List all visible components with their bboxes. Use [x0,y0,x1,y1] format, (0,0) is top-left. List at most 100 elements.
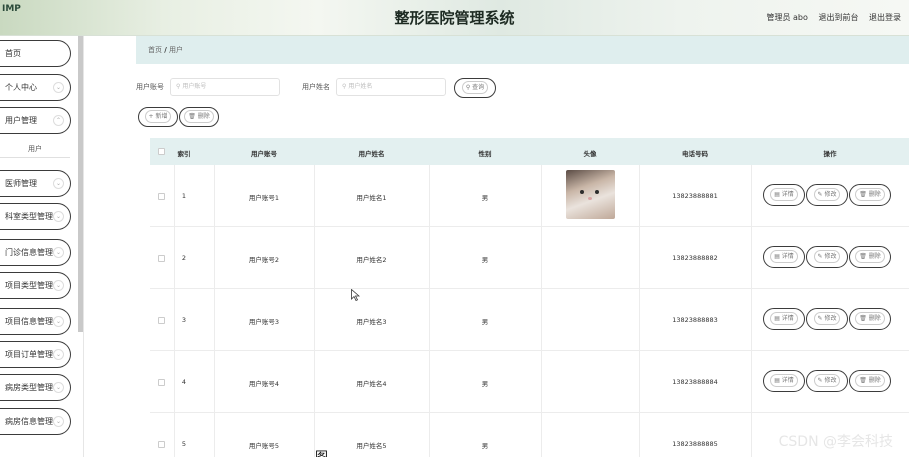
row-account: 用户账号5 [248,442,280,450]
delete-button[interactable]: 🗑 删除 [849,246,891,268]
sidebar-item-doctor-management[interactable]: 医师管理 ⌄ [0,170,71,197]
delete-button[interactable]: 🗑 删除 [849,308,891,330]
search-icon: ⚲ [342,83,347,90]
row-account: 用户账号3 [248,318,280,326]
sidebar-item-clinic-info[interactable]: 门诊信息管理 ⌄ [0,239,71,266]
table-row: 1 用户账号1 用户姓名1 男 13823888881 ▤ 详情 ✎ 修改 🗑 … [150,165,909,227]
row-index: 5 [181,440,187,448]
chevron-down-icon: ⌄ [53,316,64,327]
chevron-down-icon: ⌄ [53,211,64,222]
column-divider [429,413,430,457]
sidebar-item-home[interactable]: 首页 [0,40,71,67]
sidebar-item-label: 用户管理 [5,116,37,125]
sidebar-menu: 首页 个人中心 ⌄ 用户管理 ⌃ 用户 医师管理 ⌄ 科室类型管理 ⌄ 门诊信息管理 ⌄ … [0,36,84,457]
column-header-name[interactable]: 用户姓名 [314,148,429,158]
row-gender: 男 [481,256,489,264]
row-name: 用户姓名2 [356,256,387,264]
select-all-checkbox[interactable] [158,148,165,155]
add-button-label: 新增 [155,113,168,120]
top-header: IMP 整形医院管理系统 管理员 abo 退出到前台 退出登录 [0,0,909,36]
row-account: 用户账号2 [248,256,280,264]
edit-button[interactable]: ✎ 修改 [806,184,848,206]
row-checkbox[interactable] [158,379,165,386]
chevron-down-icon: ⌄ [53,178,64,189]
main-content: 首页 / 用户 用户账号 ⚲ 用户账号 用户姓名 ⚲ 用户姓名 ⚲ 查询 + 新… [86,36,909,457]
delete-button[interactable]: 🗑 删除 [849,184,891,206]
column-header-index[interactable]: 索引 [174,148,194,158]
row-checkbox[interactable] [158,193,165,200]
chevron-down-icon: ⌄ [53,82,64,93]
sidebar-item-label: 项目订单管理 [5,350,53,359]
query-button-label: 查询 [472,84,485,91]
back-to-front-link[interactable]: 退出到前台 [818,13,858,22]
user-avatar-image[interactable] [566,170,615,219]
breadcrumb-current: 用户 [169,46,184,54]
delete-button[interactable]: 🗑 删除 [849,370,891,392]
edit-icon: ✎ [817,377,823,384]
column-header-account[interactable]: 用户账号 [214,148,314,158]
batch-delete-button[interactable]: 🗑 删除 [179,107,219,127]
row-index: 1 [181,192,187,200]
row-checkbox[interactable] [158,255,165,262]
sidebar-item-label: 病房信息管理 [5,417,53,426]
logout-link[interactable]: 退出登录 [869,13,901,22]
column-divider [174,413,175,457]
document-icon: ▤ [774,253,780,260]
row-gender: 男 [481,194,489,202]
edit-button[interactable]: ✎ 修改 [806,246,848,268]
account-search-input[interactable]: ⚲ 用户账号 [170,78,280,96]
detail-button[interactable]: ▤ 详情 [763,370,805,392]
detail-button[interactable]: ▤ 详情 [763,184,805,206]
column-divider [751,165,752,226]
sidebar-item-ward-type[interactable]: 病房类型管理 ⌄ [0,374,71,401]
delete-label: 删除 [868,253,881,260]
current-user-label: 管理员 abo [766,13,808,22]
column-divider [541,227,542,288]
detail-label: 详情 [781,191,794,198]
row-checkbox[interactable] [158,441,165,448]
table-header: 索引 用户账号 用户姓名 性别 头像 电话号码 操作 [150,138,909,165]
sidebar-item-label: 项目信息管理 [5,317,53,326]
sidebar-item-project-order[interactable]: 项目订单管理 ⌄ [0,341,71,368]
column-divider [751,351,752,412]
sidebar-item-label: 门诊信息管理 [5,248,53,257]
column-header-avatar[interactable]: 头像 [541,148,639,158]
sidebar-item-ward-info[interactable]: 病房信息管理 ⌄ [0,408,71,435]
sidebar-item-project-info[interactable]: 项目信息管理 ⌄ [0,308,71,335]
column-header-phone[interactable]: 电话号码 [639,148,751,158]
detail-button[interactable]: ▤ 详情 [763,246,805,268]
row-name: 用户姓名1 [356,194,387,202]
column-divider [751,227,752,288]
column-divider [541,351,542,412]
row-account: 用户账号4 [248,380,280,388]
column-divider [214,413,215,457]
sidebar-subitem-users[interactable]: 用户 [0,140,70,158]
column-header-gender[interactable]: 性别 [429,148,541,158]
edit-button[interactable]: ✎ 修改 [806,308,848,330]
detail-button[interactable]: ▤ 详情 [763,308,805,330]
add-button[interactable]: + 新增 [138,107,178,127]
row-phone: 13823888883 [672,316,718,324]
trash-icon: 🗑 [188,113,196,120]
document-icon: ▤ [774,315,780,322]
sidebar-item-department-type[interactable]: 科室类型管理 ⌄ [0,203,71,230]
chevron-up-icon: ⌃ [53,115,64,126]
sidebar-item-label: 医师管理 [5,179,37,188]
query-button[interactable]: ⚲ 查询 [454,78,496,98]
breadcrumb-home[interactable]: 首页 [148,46,162,54]
row-checkbox[interactable] [158,317,165,324]
edit-icon: ✎ [817,315,823,322]
trash-icon: 🗑 [859,191,867,198]
sidebar-item-user-management[interactable]: 用户管理 ⌃ [0,107,71,134]
edit-button[interactable]: ✎ 修改 [806,370,848,392]
sidebar-item-project-type[interactable]: 项目类型管理 ⌄ [0,272,71,299]
account-search-label: 用户账号 [136,83,164,91]
chevron-down-icon: ⌄ [53,382,64,393]
chevron-down-icon: ⌄ [53,280,64,291]
column-divider [751,289,752,350]
sidebar-item-label: 首页 [5,49,21,58]
name-search-input[interactable]: ⚲ 用户姓名 [336,78,446,96]
sidebar-item-personal-center[interactable]: 个人中心 ⌄ [0,74,71,101]
row-index: 2 [181,254,187,262]
sidebar-scrollbar[interactable] [78,36,83,332]
